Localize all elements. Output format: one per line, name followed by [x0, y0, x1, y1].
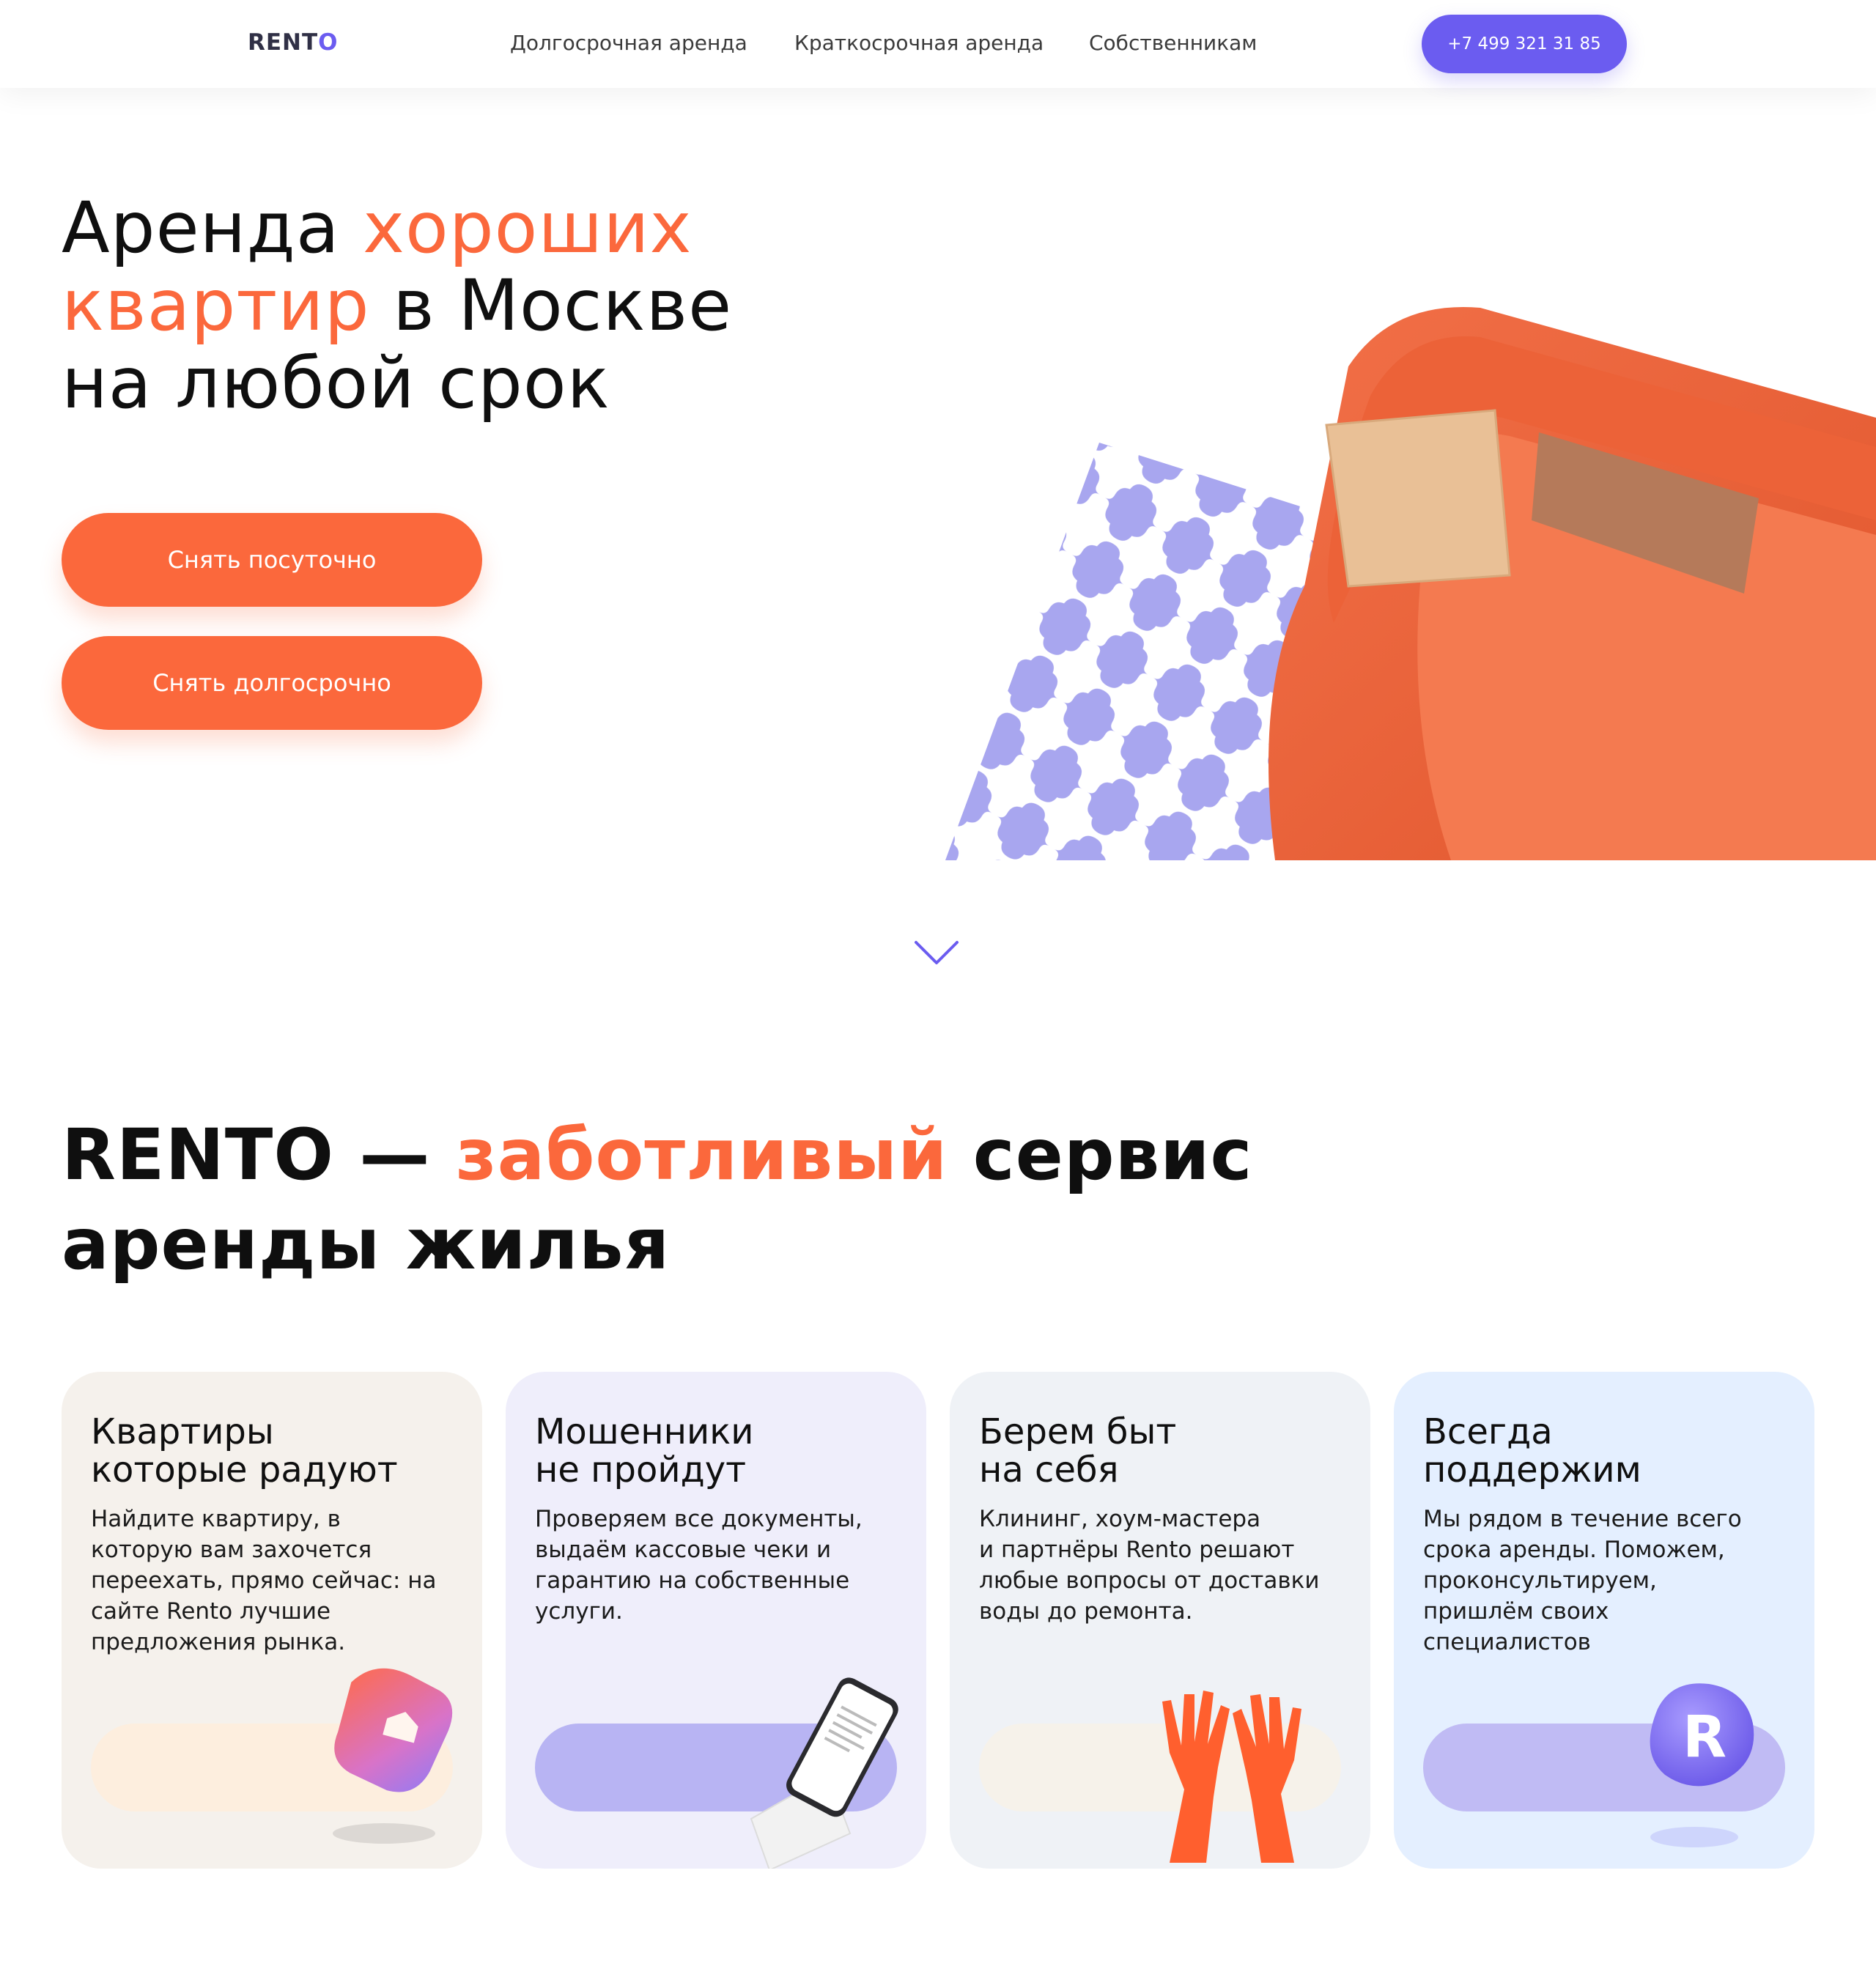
about-title-part: сервис	[948, 1114, 1253, 1196]
hero-title-accent: хороших	[363, 187, 693, 269]
nav-owners[interactable]: Собственникам	[1089, 31, 1257, 55]
card-text: Клининг, хоум-мастера и партнёры Rento р…	[979, 1506, 1320, 1625]
about-title-accent: заботливый	[455, 1114, 948, 1196]
chevron-down-icon[interactable]	[913, 938, 960, 967]
phone-receipt-icon	[506, 1650, 926, 1869]
card-text: Найдите квартиру, в которую вам захочетс…	[91, 1506, 437, 1655]
rent-daily-button[interactable]: Снять посуточно	[62, 513, 482, 607]
rento-logo[interactable]: RENTO	[248, 29, 339, 56]
nav-short-term[interactable]: Краткосрочная аренда	[794, 31, 1044, 55]
feature-card-support: Всегда поддержим Мы рядом в течение всег…	[1394, 1372, 1814, 1869]
nav-long-term[interactable]: Долгосрочная аренда	[510, 31, 747, 55]
about-title-part: аренды жилья	[62, 1203, 671, 1285]
rent-long-term-button[interactable]: Снять долгосрочно	[62, 636, 482, 730]
hero-title-accent: квартир	[62, 265, 370, 347]
hero-title-part: Аренда	[62, 187, 363, 269]
card-title: Берем быт на себя	[979, 1411, 1177, 1490]
logo-text: RENT	[248, 29, 319, 56]
card-title: Мошенники не пройдут	[535, 1411, 754, 1490]
feature-card-apartments: Квартиры которые радуют Найдите квартиру…	[62, 1372, 482, 1869]
card-title: Квартиры которые радуют	[91, 1411, 398, 1490]
hero-title-part: в Москве	[369, 265, 733, 347]
about-title-part: RENTO —	[62, 1114, 456, 1196]
feature-card-fraud: Мошенники не пройдут Проверяем все докум…	[506, 1372, 926, 1869]
site-header: RENTO Долгосрочная аренда Краткосрочная …	[0, 0, 1876, 88]
house-badge-icon	[62, 1650, 482, 1869]
phone-button[interactable]: +7 499 321 31 85	[1422, 15, 1627, 73]
hero-title: Аренда хороших квартир в Москве на любой…	[62, 189, 732, 422]
feature-card-household: Берем быт на себя Клининг, хоум-мастера …	[950, 1372, 1370, 1869]
rento-r-badge-icon: R	[1394, 1650, 1814, 1869]
svg-text:R: R	[1683, 1704, 1727, 1770]
card-text: Проверяем все документы, выдаём кассовые…	[535, 1506, 863, 1625]
hero-title-part: на любой срок	[62, 342, 610, 424]
card-text: Мы рядом в течение всего срока аренды. П…	[1423, 1506, 1742, 1655]
about-title: RENTO — заботливый сервис аренды жилья	[62, 1110, 1252, 1289]
card-title: Всегда поддержим	[1423, 1411, 1642, 1490]
logo-accent: O	[318, 29, 339, 56]
gloves-icon	[950, 1650, 1370, 1869]
hero-sofa-illustration	[923, 278, 1876, 860]
